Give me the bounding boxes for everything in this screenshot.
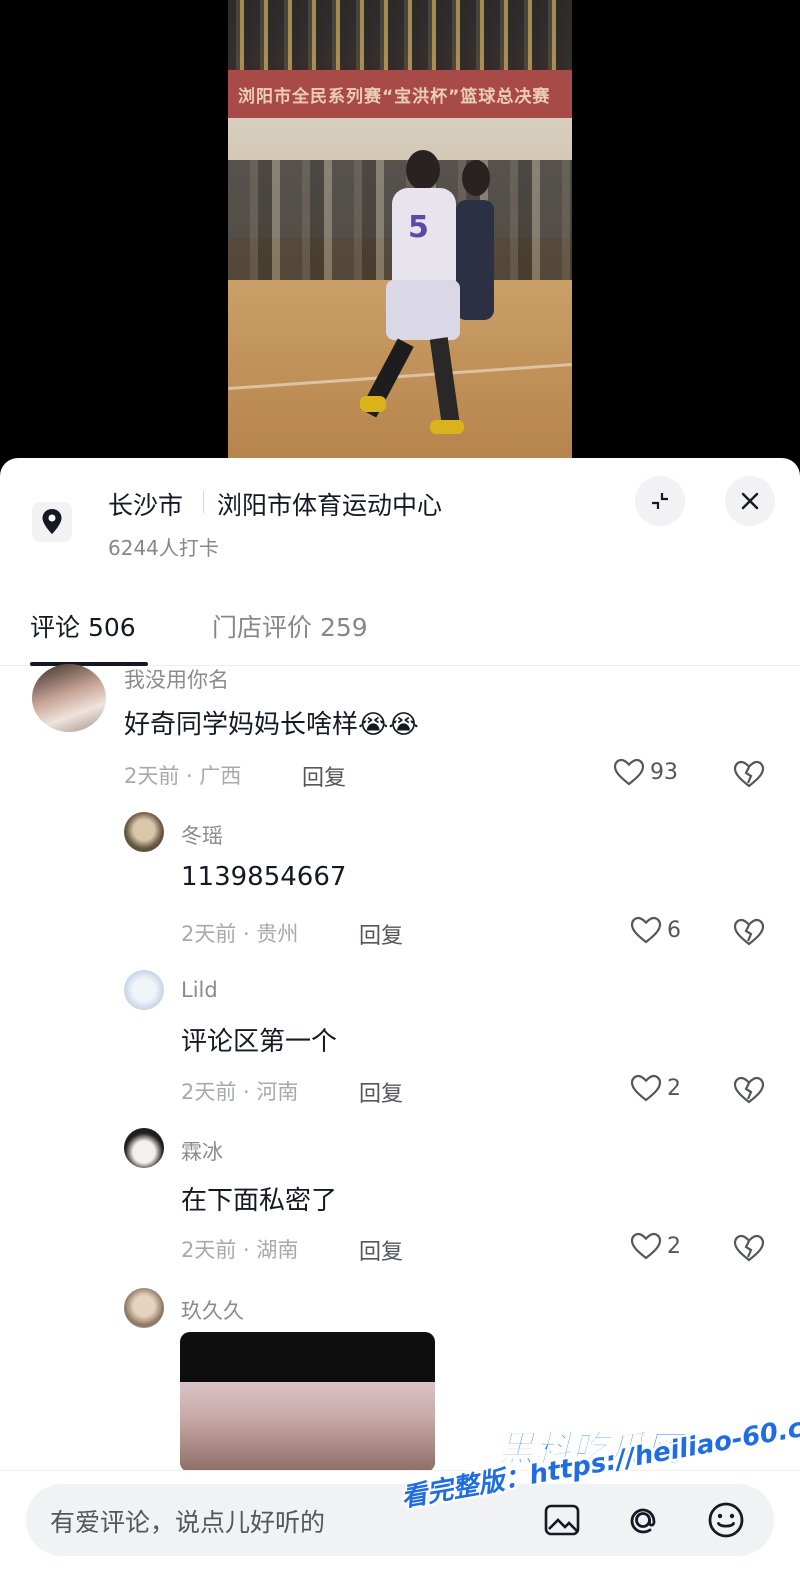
crying-emoji-icon: 😭😭 <box>358 710 419 740</box>
comment-meta: 2天前 · 广西 <box>124 764 242 788</box>
tab-store-reviews[interactable]: 门店评价 259 <box>212 608 368 644</box>
like-count: 2 <box>667 1233 681 1259</box>
comment-meta: 2天前 · 湖南 <box>181 1238 299 1262</box>
video-stands <box>228 0 572 70</box>
player-head <box>406 150 440 190</box>
close-icon <box>741 492 759 510</box>
like-count: 93 <box>650 759 678 785</box>
avatar[interactable] <box>124 970 164 1010</box>
like-count: 6 <box>667 917 681 943</box>
player-number: 5 <box>408 210 429 245</box>
broken-heart-icon <box>733 1076 765 1104</box>
tab-comments[interactable]: 评论 506 <box>30 608 136 644</box>
comment-username[interactable]: 玖久久 <box>181 1295 244 1325</box>
heart-icon <box>630 916 662 944</box>
emoji-icon[interactable] <box>703 1498 749 1542</box>
broken-heart-icon <box>733 1234 765 1262</box>
player-shoe <box>430 420 464 434</box>
like-count: 2 <box>667 1075 681 1101</box>
video-frame[interactable]: 浏阳市全民系列赛“宝洪杯”篮球总决赛 5 <box>228 0 572 470</box>
close-button[interactable] <box>725 476 775 526</box>
reply-button[interactable]: 回复 <box>359 918 403 950</box>
reply-button[interactable]: 回复 <box>359 1076 403 1108</box>
heart-icon <box>630 1232 662 1260</box>
broken-heart-icon <box>733 760 765 788</box>
player-shoe <box>360 396 386 412</box>
comment-meta: 2天前 · 贵州 <box>181 922 299 946</box>
comment-username[interactable]: 冬瑶 <box>181 820 223 850</box>
dislike-button[interactable] <box>732 757 766 789</box>
location-city[interactable]: 长沙市 <box>108 486 183 522</box>
like-button[interactable]: 93 <box>612 757 678 787</box>
like-button[interactable]: 2 <box>629 1231 681 1261</box>
avatar[interactable] <box>124 1128 164 1168</box>
video-banner-text: 浏阳市全民系列赛“宝洪杯”篮球总决赛 <box>238 87 551 107</box>
comment-text: 1139854667 <box>181 862 347 892</box>
location-venue[interactable]: 浏阳市体育运动中心 <box>217 486 442 522</box>
comment-text: 好奇同学妈妈长啥样😭😭 <box>124 704 419 741</box>
dislike-button[interactable] <box>732 1231 766 1263</box>
checkin-count: 6244人打卡 <box>108 536 219 560</box>
player-shorts <box>386 280 460 340</box>
reply-button[interactable]: 回复 <box>302 760 346 792</box>
comment-media-thumbnail[interactable] <box>180 1332 435 1472</box>
dislike-button[interactable] <box>732 915 766 947</box>
avatar[interactable] <box>32 664 106 732</box>
location-pin-icon <box>32 500 72 544</box>
broken-heart-icon <box>733 918 765 946</box>
video-player[interactable]: 浏阳市全民系列赛“宝洪杯”篮球总决赛 5 <box>0 0 800 470</box>
comment-text-body: 好奇同学妈妈长啥样 <box>124 710 359 740</box>
reply-button[interactable]: 回复 <box>359 1234 403 1266</box>
minimize-button[interactable] <box>635 476 685 526</box>
at-icon[interactable] <box>620 1498 666 1542</box>
comment-username[interactable]: 霖冰 <box>181 1136 223 1166</box>
dislike-button[interactable] <box>732 1073 766 1105</box>
heart-icon <box>613 758 645 786</box>
video-player-main: 5 <box>360 150 468 440</box>
image-icon[interactable] <box>540 1500 584 1540</box>
comment-username[interactable]: 我没用你名 <box>124 664 229 694</box>
tab-bar: 评论 506 门店评价 259 <box>0 590 800 666</box>
media-image <box>180 1382 435 1472</box>
minimize-icon <box>652 493 668 509</box>
location-divider <box>203 491 204 513</box>
player-leg <box>429 337 461 429</box>
comment-username[interactable]: Lild <box>181 978 218 1002</box>
comment-text: 在下面私密了 <box>181 1186 338 1216</box>
avatar[interactable] <box>124 1288 164 1328</box>
like-button[interactable]: 6 <box>629 915 681 945</box>
comment-meta: 2天前 · 河南 <box>181 1080 299 1104</box>
video-banner: 浏阳市全民系列赛“宝洪杯”篮球总决赛 <box>228 70 572 118</box>
comment-text: 评论区第一个 <box>181 1027 338 1057</box>
heart-icon <box>630 1074 662 1102</box>
avatar[interactable] <box>124 812 164 852</box>
like-button[interactable]: 2 <box>629 1073 681 1103</box>
comment-input-placeholder: 有爱评论，说点儿好听的 <box>50 1508 326 1537</box>
